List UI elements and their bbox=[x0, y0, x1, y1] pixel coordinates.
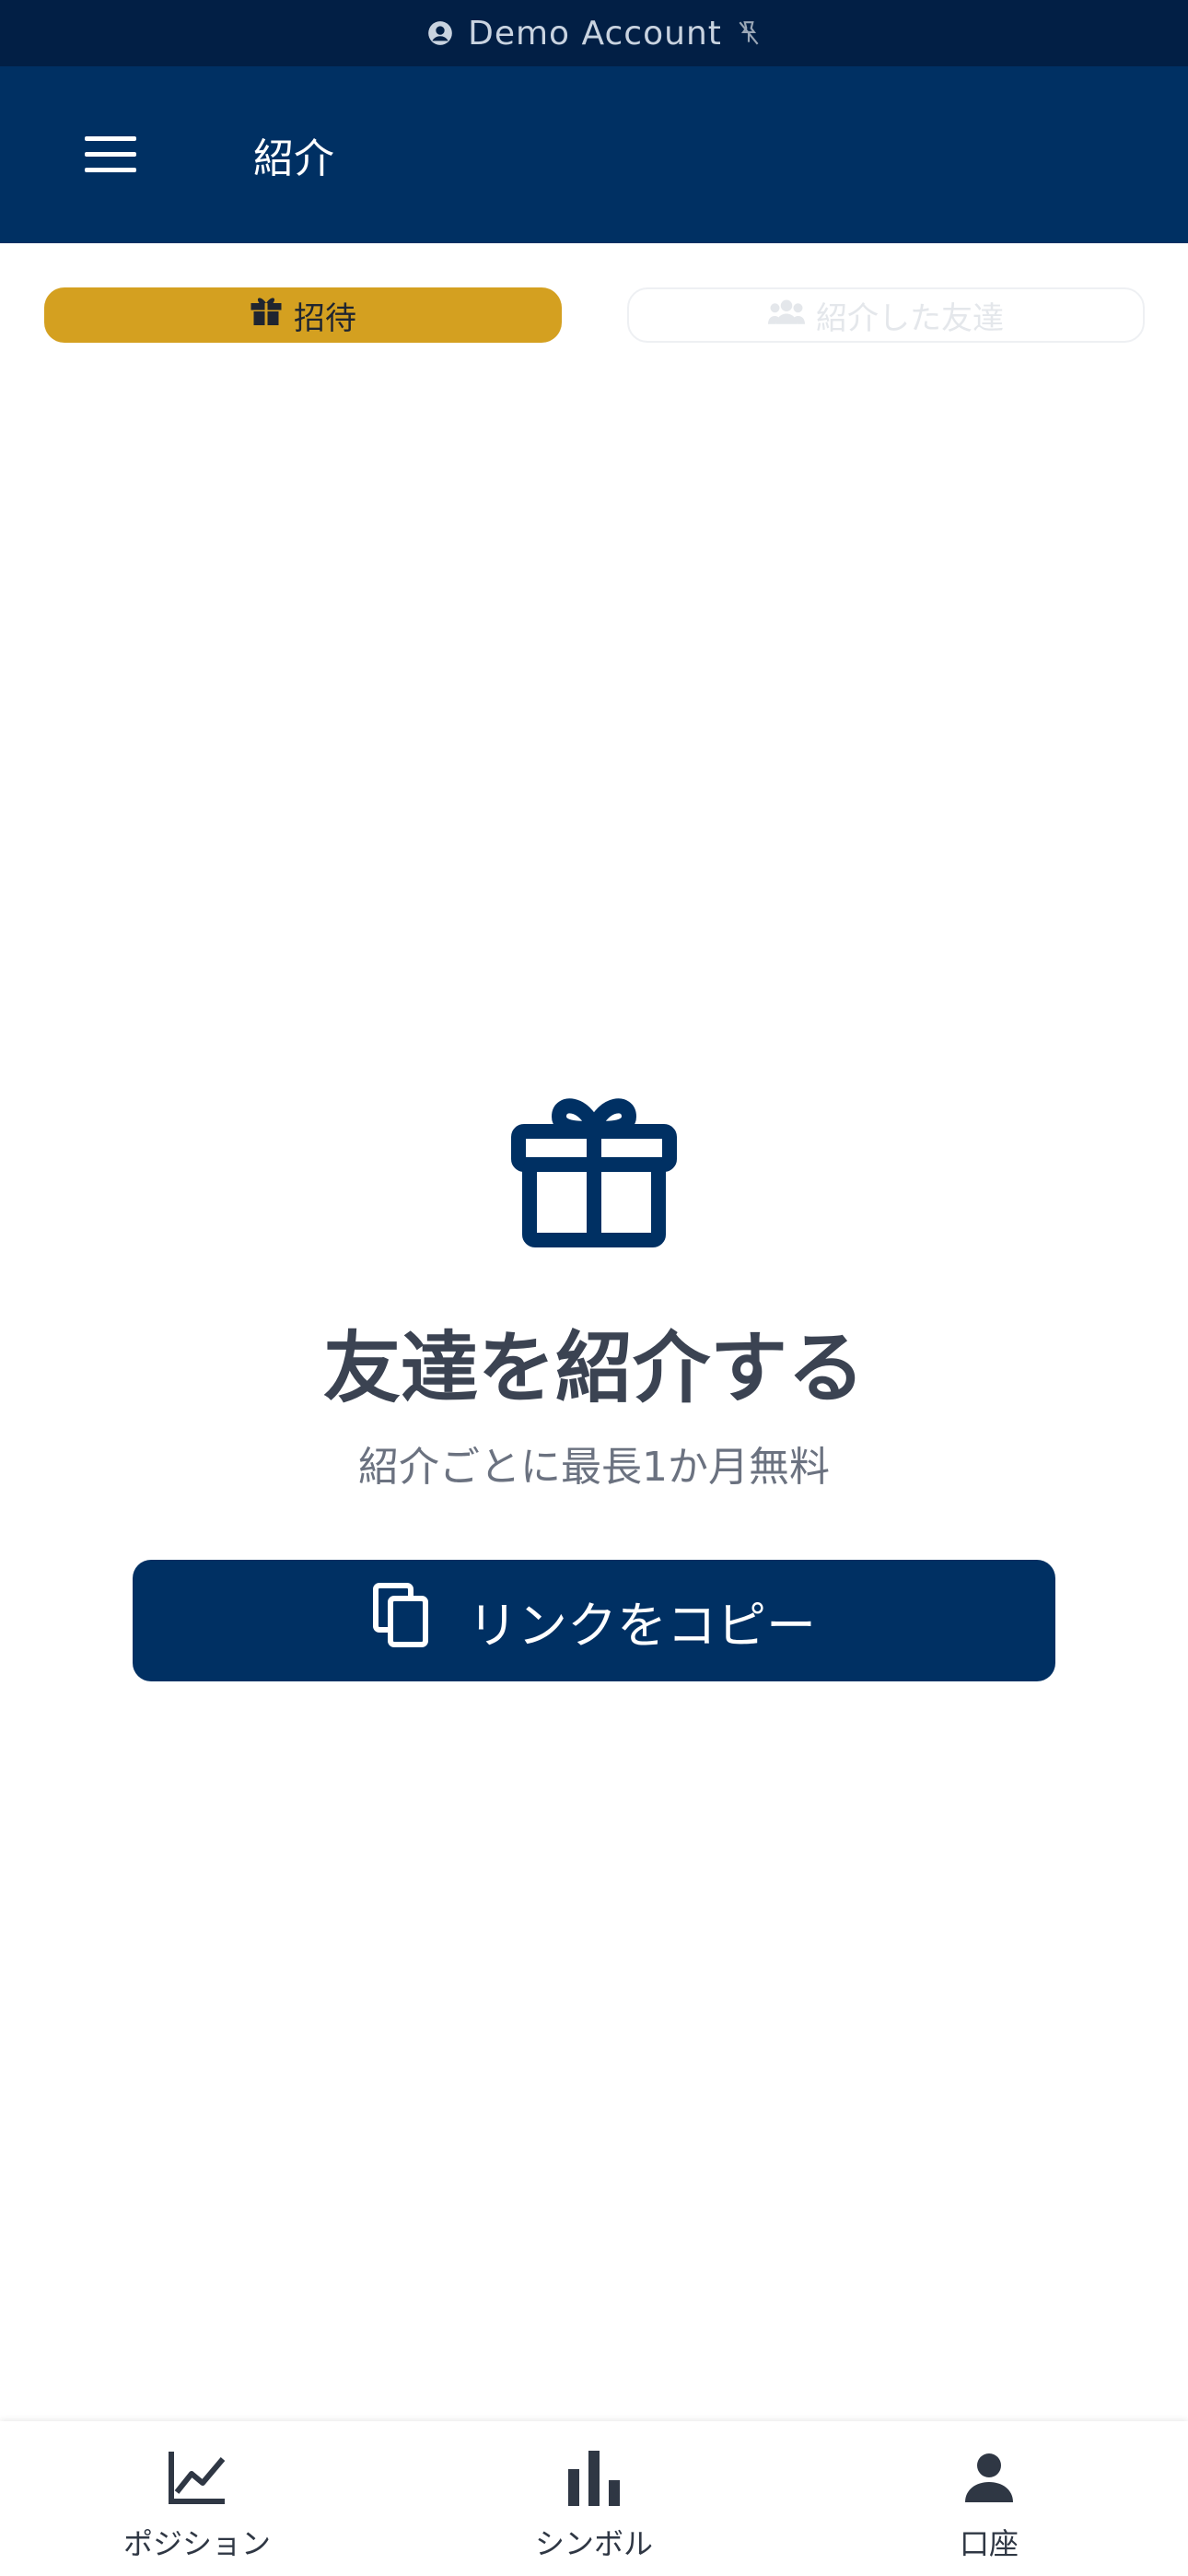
nav-account[interactable]: 口座 bbox=[860, 2421, 1118, 2576]
copy-icon bbox=[372, 1582, 431, 1660]
line-chart-icon bbox=[168, 2445, 227, 2510]
nav-account-label: 口座 bbox=[959, 2526, 1019, 2561]
nav-symbols-label: シンボル bbox=[534, 2526, 653, 2561]
gift-icon bbox=[511, 1095, 677, 1247]
screen: Demo Account 紹介 招待 紹介した友達 友達を紹介する 紹介ごとに最… bbox=[0, 0, 1188, 2576]
gift-icon bbox=[250, 296, 283, 335]
hamburger-menu-icon[interactable] bbox=[74, 123, 147, 186]
bottom-nav: ポジション シンボル 口座 bbox=[0, 2421, 1188, 2576]
tab-invite[interactable]: 招待 bbox=[44, 287, 562, 343]
nav-positions-label: ポジション bbox=[122, 2526, 271, 2561]
page-title: 紹介 bbox=[253, 135, 334, 182]
user-circle-icon bbox=[427, 20, 453, 46]
tab-invite-label: 招待 bbox=[294, 299, 356, 337]
copy-link-button[interactable]: リンクをコピー bbox=[133, 1560, 1055, 1681]
tab-referred-friends[interactable]: 紹介した友達 bbox=[627, 287, 1145, 343]
bar-chart-icon bbox=[566, 2445, 622, 2510]
users-icon bbox=[768, 297, 805, 334]
app-bar: 紹介 bbox=[0, 66, 1188, 243]
demo-account-label: Demo Account bbox=[468, 14, 722, 53]
pin-off-icon bbox=[737, 19, 761, 47]
nav-symbols[interactable]: シンボル bbox=[465, 2421, 723, 2576]
tab-referred-friends-label: 紹介した友達 bbox=[816, 299, 1004, 337]
copy-link-label: リンクをコピー bbox=[468, 1596, 816, 1655]
person-icon bbox=[963, 2445, 1015, 2510]
hero-subtitle: 紹介ごとに最長1か月無料 bbox=[358, 1444, 830, 1491]
hero-title: 友達を紹介する bbox=[322, 1323, 865, 1413]
nav-positions[interactable]: ポジション bbox=[68, 2421, 326, 2576]
status-bar: Demo Account bbox=[0, 0, 1188, 66]
